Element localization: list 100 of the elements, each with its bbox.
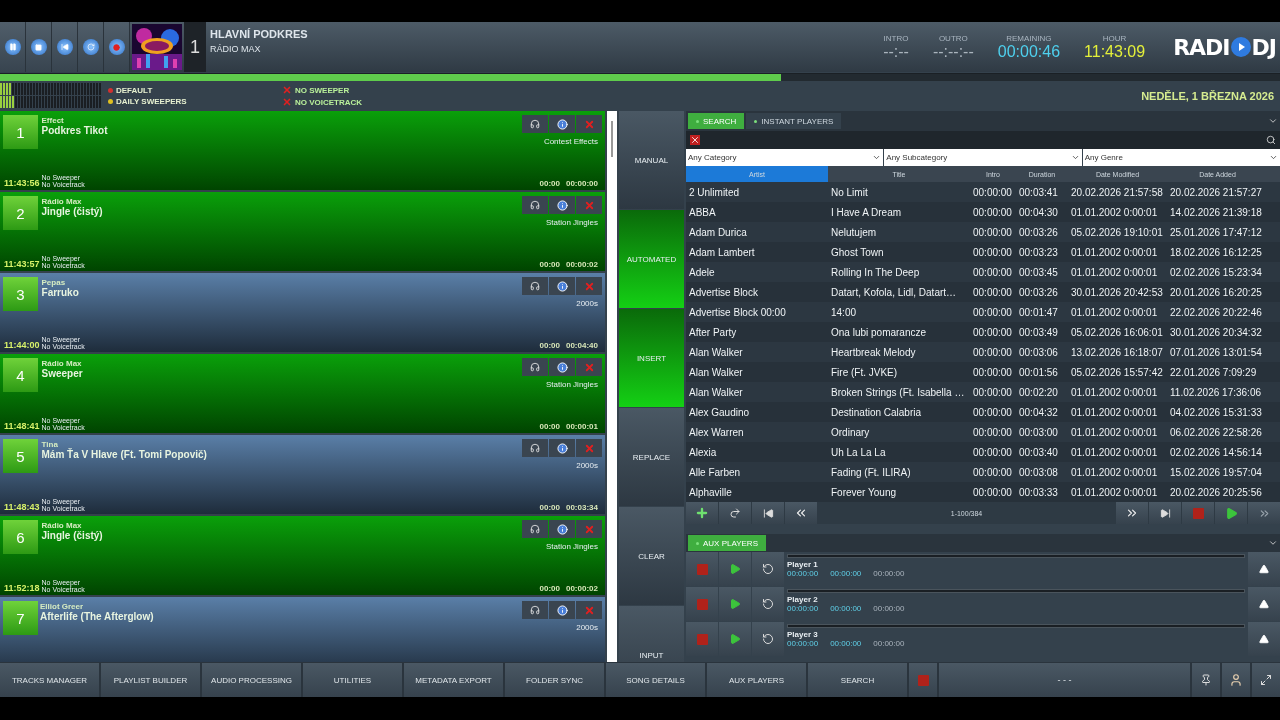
intro-time: 00:00 [539, 584, 560, 593]
filter-dropdown[interactable]: Any Subcategory [884, 149, 1082, 166]
previous-button[interactable] [52, 22, 78, 72]
info-button[interactable] [549, 277, 575, 295]
nav-button[interactable]: AUDIO PROCESSING [202, 663, 301, 697]
add-button[interactable] [686, 502, 718, 524]
loop-button[interactable] [752, 622, 784, 656]
table-cell-text: Datart, Kofola, Lidl, Datart… [830, 286, 958, 298]
filter-dropdown[interactable]: Any Genre [1082, 149, 1280, 166]
counter-label: INTRO [883, 33, 909, 43]
forward-button[interactable] [1116, 502, 1148, 524]
info-button[interactable] [549, 601, 575, 619]
redo-icon [729, 507, 741, 519]
flag-label: NO VOICETRACK [295, 97, 363, 107]
headphones-button[interactable] [522, 115, 548, 133]
player-time: 00:00:00 [873, 569, 905, 578]
table-cell-text: 01.01.2002 0:00:01 [1070, 246, 1159, 258]
nav-button[interactable]: PLAYLIST BUILDER [101, 663, 200, 697]
table-cell-text: 00:00:00 [972, 266, 1013, 278]
duration-time: 00:03:34 [565, 503, 598, 512]
table-cell-text: 04.02.2026 15:31:33 [1169, 406, 1263, 418]
info-icon [556, 280, 568, 292]
play-button[interactable] [719, 587, 751, 621]
headphones-button[interactable] [522, 601, 548, 619]
back-button[interactable] [785, 502, 817, 524]
deck-number: 1 [184, 22, 206, 72]
rewind-icon [794, 506, 808, 520]
info-button[interactable] [549, 196, 575, 214]
table-cell-text: 11.02.2026 17:36:06 [1169, 386, 1262, 398]
nav-button[interactable]: SONG DETAILS [606, 663, 705, 697]
last-button[interactable] [1149, 502, 1181, 524]
table-cell-text: Alex Warren [688, 426, 745, 438]
mode-button[interactable]: INPUT [619, 606, 684, 662]
play-button[interactable] [719, 622, 751, 656]
table-cell-text: 00:02:20 [1018, 386, 1059, 398]
table-cell-text: 00:00:00 [972, 186, 1013, 198]
table-cell-text: 05.02.2026 19:10:01 [1070, 226, 1164, 238]
first-button[interactable] [752, 502, 784, 524]
duration-time: 00:00:00 [565, 179, 598, 188]
scrollbar[interactable] [607, 111, 617, 662]
table-cell-text: 00:00:00 [972, 446, 1013, 458]
playlist-item[interactable]: 7 Elliot Greer Afterlife (The Afterglow) 2000s [0, 597, 605, 662]
nav-button[interactable]: AUX PLAYERS [707, 663, 806, 697]
duration-time: 00:00:02 [565, 260, 598, 269]
play-button[interactable] [719, 552, 751, 586]
table-cell-text: Ona lubi pomarancze [830, 326, 928, 338]
headphones-button[interactable] [522, 439, 548, 457]
panel-tab[interactable]: INSTANT PLAYERS [746, 113, 842, 129]
stop-icon [696, 633, 708, 645]
eject-icon [1259, 599, 1269, 609]
stop-button[interactable] [26, 22, 52, 72]
eject-button[interactable] [1248, 622, 1280, 656]
nav-button[interactable]: SEARCH [808, 663, 907, 697]
redo-button[interactable] [719, 502, 751, 524]
user-icon [1229, 673, 1243, 687]
chevron-icon [1269, 153, 1278, 162]
filter-dropdown[interactable]: Any Category [686, 149, 884, 166]
pin-button[interactable] [1192, 663, 1220, 697]
headphones-button[interactable] [522, 277, 548, 295]
headphones-icon [530, 281, 540, 291]
mode-button[interactable]: REPLACE [619, 408, 684, 506]
table-cell-text: 00:03:45 [1018, 266, 1059, 278]
repeat-button[interactable] [78, 22, 104, 72]
info-button[interactable] [549, 358, 575, 376]
info-button[interactable] [549, 439, 575, 457]
eject-button[interactable] [1248, 587, 1280, 621]
search-icon[interactable] [1266, 135, 1276, 145]
stop-icon [30, 39, 47, 55]
table-cell-text: 20.01.2026 16:20:25 [1169, 286, 1263, 298]
nav-button[interactable]: UTILITIES [303, 663, 402, 697]
fullscreen-button[interactable] [1252, 663, 1280, 697]
caret-icon[interactable] [1268, 538, 1278, 548]
counter-value: --:--:-- [932, 42, 974, 61]
caret-icon[interactable] [1268, 116, 1278, 126]
table-cell-text: 15.02.2026 19:57:04 [1169, 466, 1263, 478]
table-cell-text: 00:00:00 [972, 206, 1013, 218]
loop-button[interactable] [752, 552, 784, 586]
info-button[interactable] [549, 520, 575, 538]
headphones-button[interactable] [522, 358, 548, 376]
loop-button[interactable] [752, 587, 784, 621]
table-cell-text: 00:03:06 [1018, 346, 1059, 358]
info-button[interactable] [549, 115, 575, 133]
eject-button[interactable] [1248, 552, 1280, 586]
table-cell-text: Alan Walker [688, 386, 744, 398]
play-icon [729, 563, 741, 575]
next-button[interactable] [1248, 502, 1280, 524]
user-button[interactable] [1222, 663, 1250, 697]
headphones-button[interactable] [522, 520, 548, 538]
nav-button[interactable]: METADATA EXPORT [404, 663, 503, 697]
play-icon [1230, 37, 1251, 57]
play-button[interactable] [1215, 502, 1247, 524]
clear-icon[interactable] [690, 135, 700, 145]
headphones-button[interactable] [522, 196, 548, 214]
record-button[interactable] [104, 22, 130, 72]
pause-button[interactable] [0, 22, 26, 72]
mode-button[interactable]: MANUAL [619, 111, 684, 209]
nav-button[interactable]: TRACKS MANAGER [0, 663, 99, 697]
mode-button[interactable]: CLEAR [619, 507, 684, 605]
nav-button[interactable]: FOLDER SYNC [505, 663, 604, 697]
table-cell-text: 30.01.2026 20:42:53 [1070, 286, 1164, 298]
